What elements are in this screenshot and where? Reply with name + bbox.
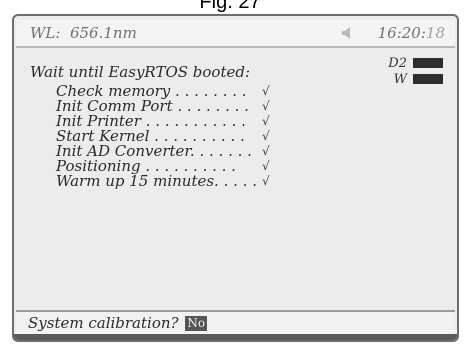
lamp-status: D2 W <box>383 56 443 88</box>
check-icon: √ <box>262 99 270 113</box>
boot-step-label: Warm up 15 minutes. . . . . <box>56 172 257 190</box>
clock-seconds: 18 <box>425 24 445 42</box>
footer-bar: System calibration? No <box>16 310 455 334</box>
d2-lamp-label: D2 <box>388 56 407 71</box>
calibration-prompt-text: System calibration? <box>28 314 179 332</box>
d2-lamp-indicator: D2 <box>383 56 443 72</box>
w-lamp-bar-icon <box>413 74 443 84</box>
w-lamp-indicator: W <box>383 72 443 88</box>
w-lamp-label: W <box>393 72 407 87</box>
header-bar: WL: 656.1nm 16:20:18 <box>16 20 455 48</box>
check-icon: √ <box>262 84 270 98</box>
clock: 16:20:18 <box>378 24 445 42</box>
speaker-icon <box>342 27 350 39</box>
instrument-screen: WL: 656.1nm 16:20:18 D2 W Wait until Eas… <box>12 14 459 342</box>
boot-step: Warm up 15 minutes. . . . . √ <box>56 174 286 189</box>
boot-steps-list: Check memory . . . . . . . . √ Init Comm … <box>56 84 286 189</box>
calibration-answer-no[interactable]: No <box>185 316 208 331</box>
boot-message: Wait until EasyRTOS booted: <box>30 63 251 81</box>
calibration-prompt: System calibration? No <box>28 314 208 332</box>
check-icon: √ <box>262 129 270 143</box>
wavelength-readout: WL: 656.1nm <box>30 24 137 42</box>
check-icon: √ <box>262 174 270 188</box>
check-icon: √ <box>262 159 270 173</box>
check-icon: √ <box>262 144 270 158</box>
check-icon: √ <box>262 114 270 128</box>
figure-title: Fig. 27 <box>199 0 261 13</box>
d2-lamp-bar-icon <box>413 58 443 68</box>
clock-main: 16:20: <box>377 24 426 42</box>
